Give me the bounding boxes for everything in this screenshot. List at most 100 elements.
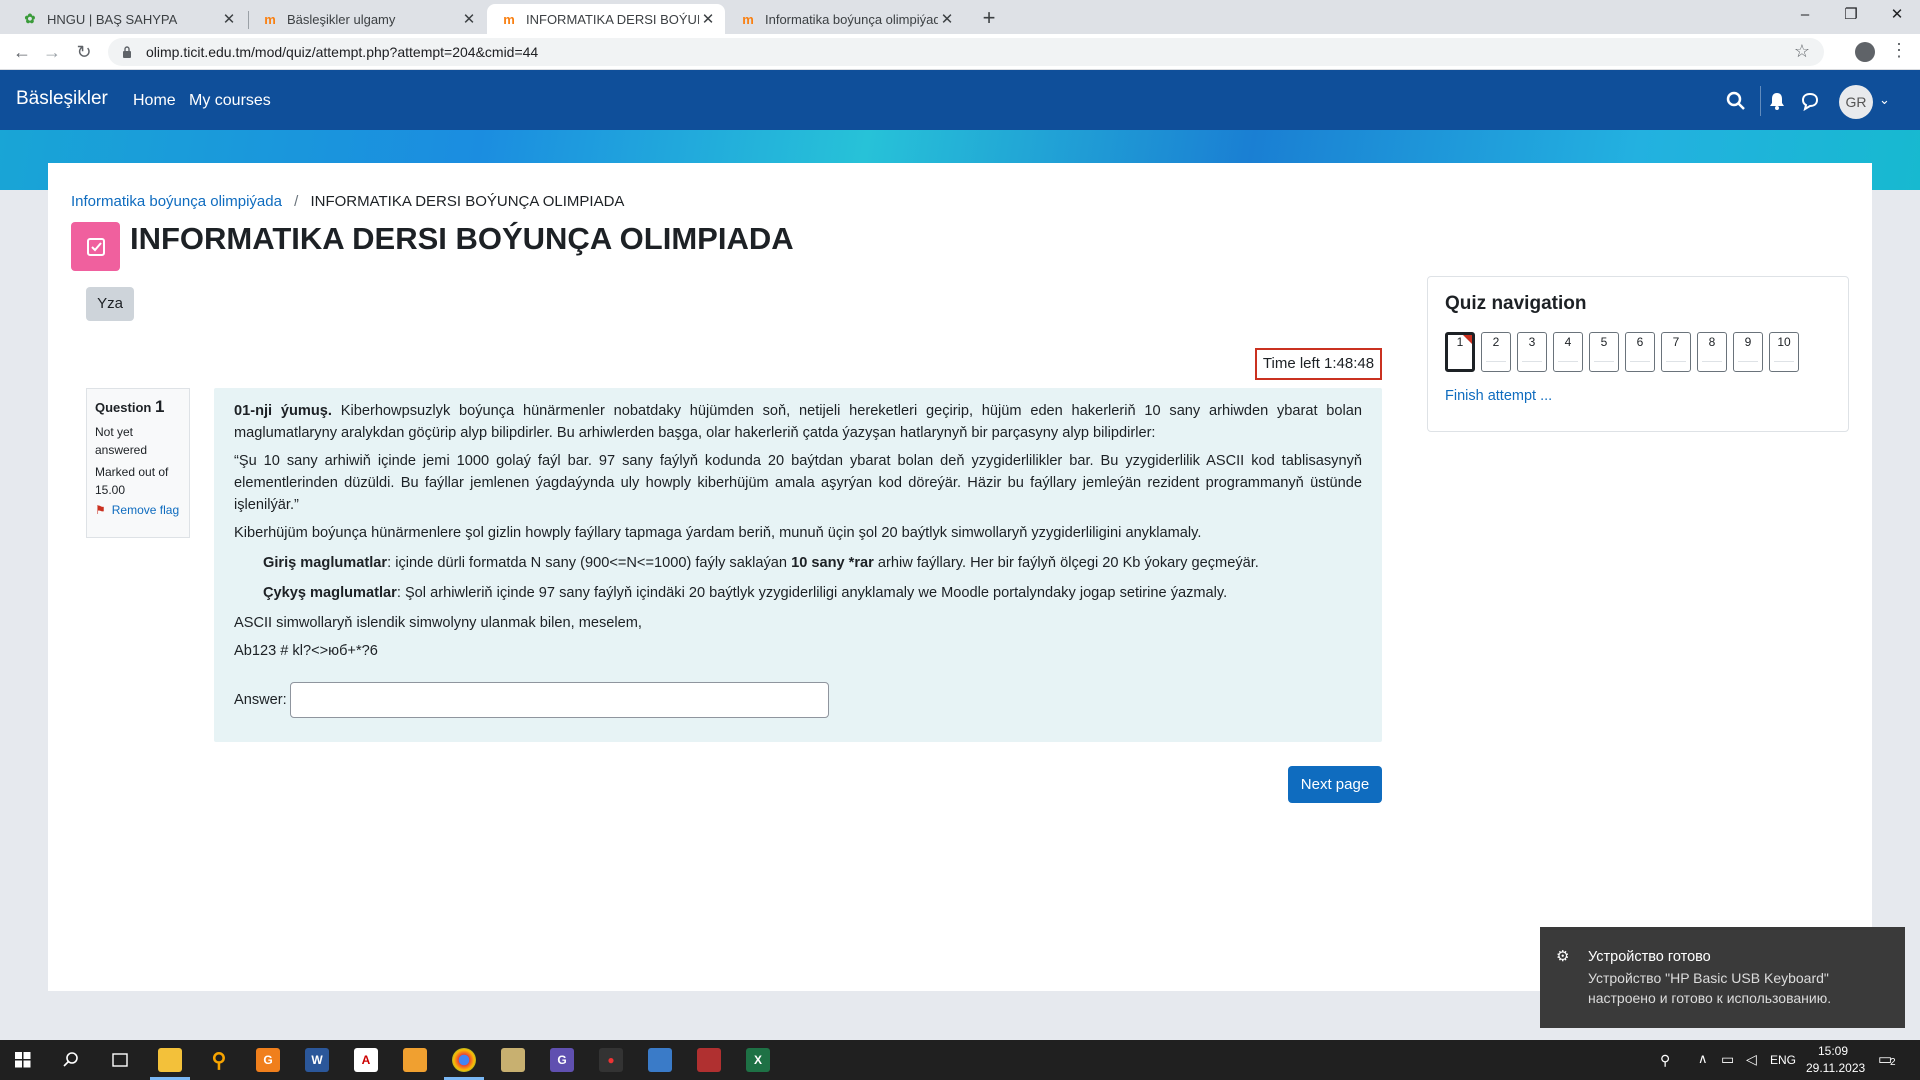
- browser-profile-icon[interactable]: [1855, 42, 1875, 62]
- minimize-icon[interactable]: –: [1782, 0, 1828, 30]
- notification-toast[interactable]: ⚙ Устройство готово Устройство "HP Basic…: [1540, 927, 1905, 1028]
- answer-label: Answer:: [234, 692, 287, 708]
- abbyy-icon[interactable]: A: [354, 1048, 378, 1072]
- question-marks: Marked out of 15.00: [95, 465, 169, 497]
- file-explorer-icon[interactable]: [158, 1048, 182, 1072]
- answer-row: Answer:: [234, 682, 1362, 718]
- flagged-corner-icon: [1463, 335, 1472, 344]
- chat-icon[interactable]: [1799, 90, 1821, 112]
- quiz-nav-button-10[interactable]: 10: [1769, 332, 1799, 372]
- task-view-icon[interactable]: [110, 1051, 130, 1069]
- tab-title: INFORMATIKA DERSI BOÝUNÇA OLIMPIADA: [526, 11, 699, 27]
- word-icon[interactable]: W: [305, 1048, 329, 1072]
- next-page-button[interactable]: Next page: [1288, 766, 1382, 803]
- question-label: Question: [95, 400, 152, 415]
- close-icon[interactable]: ✕: [460, 10, 478, 28]
- quiz-nav-button-6[interactable]: 6: [1625, 332, 1655, 372]
- user-avatar[interactable]: GR: [1839, 85, 1873, 119]
- app-icon[interactable]: G: [550, 1048, 574, 1072]
- winrar-icon[interactable]: [697, 1048, 721, 1072]
- quiz-nav-button-3[interactable]: 3: [1517, 332, 1547, 372]
- breadcrumb-course-link[interactable]: Informatika boýunça olimpiýada: [71, 193, 282, 210]
- media-app-icon[interactable]: G: [256, 1048, 280, 1072]
- question-task: Kiberhüjüm boýunça hünärmenlere şol gizl…: [234, 525, 1202, 541]
- restore-icon[interactable]: ❐: [1828, 0, 1874, 30]
- chevron-down-icon[interactable]: ⌄: [1879, 92, 1890, 108]
- reload-icon[interactable]: ↻: [72, 40, 96, 64]
- quiz-nav-button-5[interactable]: 5: [1589, 332, 1619, 372]
- breadcrumb-separator: /: [294, 193, 299, 210]
- question-status: Not yet answered: [95, 425, 148, 457]
- browser-tab[interactable]: m Bäsleşikler ulgamy ✕: [248, 4, 486, 34]
- question-info: Question 1 Not yet answered Marked out o…: [86, 388, 190, 538]
- site-navbar: Bäsleşikler Home My courses GR ⌄: [0, 70, 1920, 130]
- nav-home-link[interactable]: Home: [133, 92, 176, 110]
- clock-date[interactable]: 29.11.2023: [1806, 1061, 1865, 1075]
- bookmark-star-icon[interactable]: ☆: [1794, 41, 1810, 62]
- url-bar[interactable]: olimp.ticit.edu.tm/mod/quiz/attempt.php?…: [108, 38, 1824, 66]
- monitor-app-icon[interactable]: [648, 1048, 672, 1072]
- search-icon[interactable]: [62, 1051, 80, 1069]
- quiz-nav-button-7[interactable]: 7: [1661, 332, 1691, 372]
- network-icon[interactable]: ▭: [1721, 1051, 1734, 1068]
- quiz-timer: Time left 1:48:48: [1255, 348, 1382, 380]
- ascii-note: ASCII simwollaryň islendik simwolyny ula…: [234, 615, 642, 631]
- people-icon[interactable]: ⚲: [1660, 1052, 1670, 1069]
- close-icon[interactable]: ✕: [938, 10, 956, 28]
- tab-title: Informatika boýunça olimpiýada: [765, 11, 938, 27]
- output-spec-label: Çykyş maglumatlar: [263, 585, 397, 601]
- input-spec-text: : içinde dürli formatda N sany (900<=N<=…: [387, 555, 792, 571]
- lock-icon: [123, 46, 131, 58]
- language-indicator[interactable]: ENG: [1770, 1053, 1796, 1067]
- quiz-nav-button-4[interactable]: 4: [1553, 332, 1583, 372]
- gear-icon: ⚙: [1556, 948, 1570, 965]
- forward-icon[interactable]: →: [40, 40, 64, 64]
- quiz-navigation-block: Quiz navigation 1 2 3 4 5 6 7 8 9 10 Fin…: [1427, 276, 1849, 432]
- example-text: Ab123 # kl?<>юб+*?6: [234, 643, 378, 659]
- quiz-nav-button-8[interactable]: 8: [1697, 332, 1727, 372]
- chrome-icon[interactable]: [452, 1048, 476, 1072]
- bell-icon[interactable]: [1766, 90, 1788, 112]
- browser-tab-active[interactable]: m INFORMATIKA DERSI BOÝUNÇA OLIMPIADA ✕: [487, 4, 725, 34]
- record-app-icon[interactable]: ●: [599, 1048, 623, 1072]
- notes-app-icon[interactable]: [403, 1048, 427, 1072]
- question-number-value: 1: [154, 397, 165, 416]
- browser-tab[interactable]: m Informatika boýunça olimpiýada ✕: [726, 4, 964, 34]
- windows-start-icon[interactable]: [15, 1052, 31, 1068]
- volume-icon[interactable]: ◁: [1746, 1051, 1757, 1068]
- new-tab-button[interactable]: +: [976, 6, 1002, 32]
- site-brand[interactable]: Bäsleşikler: [16, 88, 108, 110]
- output-spec: Çykyş maglumatlar: Şol arhiwleriň içinde…: [234, 582, 1362, 604]
- browser-toolbar: ← → ↻ olimp.ticit.edu.tm/mod/quiz/attemp…: [0, 34, 1920, 70]
- quiz-nav-button-1[interactable]: 1: [1445, 332, 1475, 372]
- excel-icon[interactable]: X: [746, 1048, 770, 1072]
- back-icon[interactable]: ←: [10, 40, 34, 64]
- clock-time[interactable]: 15:09: [1818, 1044, 1848, 1058]
- toast-body: Устройство "HP Basic USB Keyboard" настр…: [1588, 970, 1832, 1006]
- close-window-icon[interactable]: ✕: [1874, 0, 1920, 30]
- quiz-navigation-title: Quiz navigation: [1445, 293, 1587, 314]
- question-intro-paragraph: 01-nji ýumuş. Kiberhowpsuzlyk boýunça hü…: [234, 400, 1362, 444]
- question-heading: 01-nji ýumuş.: [234, 403, 332, 419]
- output-spec-text: : Şol arhiwleriň içinde 97 sany faýlyň i…: [396, 585, 1228, 601]
- moodle-favicon-icon: m: [503, 11, 515, 27]
- quiz-nav-button-9[interactable]: 9: [1733, 332, 1763, 372]
- chevron-up-icon[interactable]: ∧: [1698, 1051, 1708, 1067]
- question-content: 01-nji ýumuş. Kiberhowpsuzlyk boýunça hü…: [214, 388, 1382, 742]
- back-button[interactable]: Yza: [86, 287, 134, 321]
- browser-menu-icon[interactable]: ⋮: [1890, 40, 1908, 61]
- finish-attempt-link[interactable]: Finish attempt ...: [1445, 388, 1552, 404]
- search-app-icon[interactable]: ⚲: [207, 1048, 231, 1072]
- quiz-nav-button-2[interactable]: 2: [1481, 332, 1511, 372]
- remove-flag-link[interactable]: ⚑ Remove flag: [95, 503, 181, 517]
- close-icon[interactable]: ✕: [220, 10, 238, 28]
- hngu-favicon-icon: ✿: [24, 11, 36, 26]
- close-icon[interactable]: ✕: [699, 10, 717, 28]
- answer-input[interactable]: [289, 682, 829, 718]
- breadcrumb: Informatika boýunça olimpiýada / INFORMA…: [71, 193, 624, 210]
- moodle-favicon-icon: m: [742, 11, 754, 27]
- browser-tab[interactable]: ✿ HNGU | BAŞ SAHYPA ✕: [8, 4, 246, 34]
- search-icon[interactable]: [1725, 90, 1747, 112]
- nav-my-courses-link[interactable]: My courses: [189, 92, 271, 110]
- archive-app-icon[interactable]: [501, 1048, 525, 1072]
